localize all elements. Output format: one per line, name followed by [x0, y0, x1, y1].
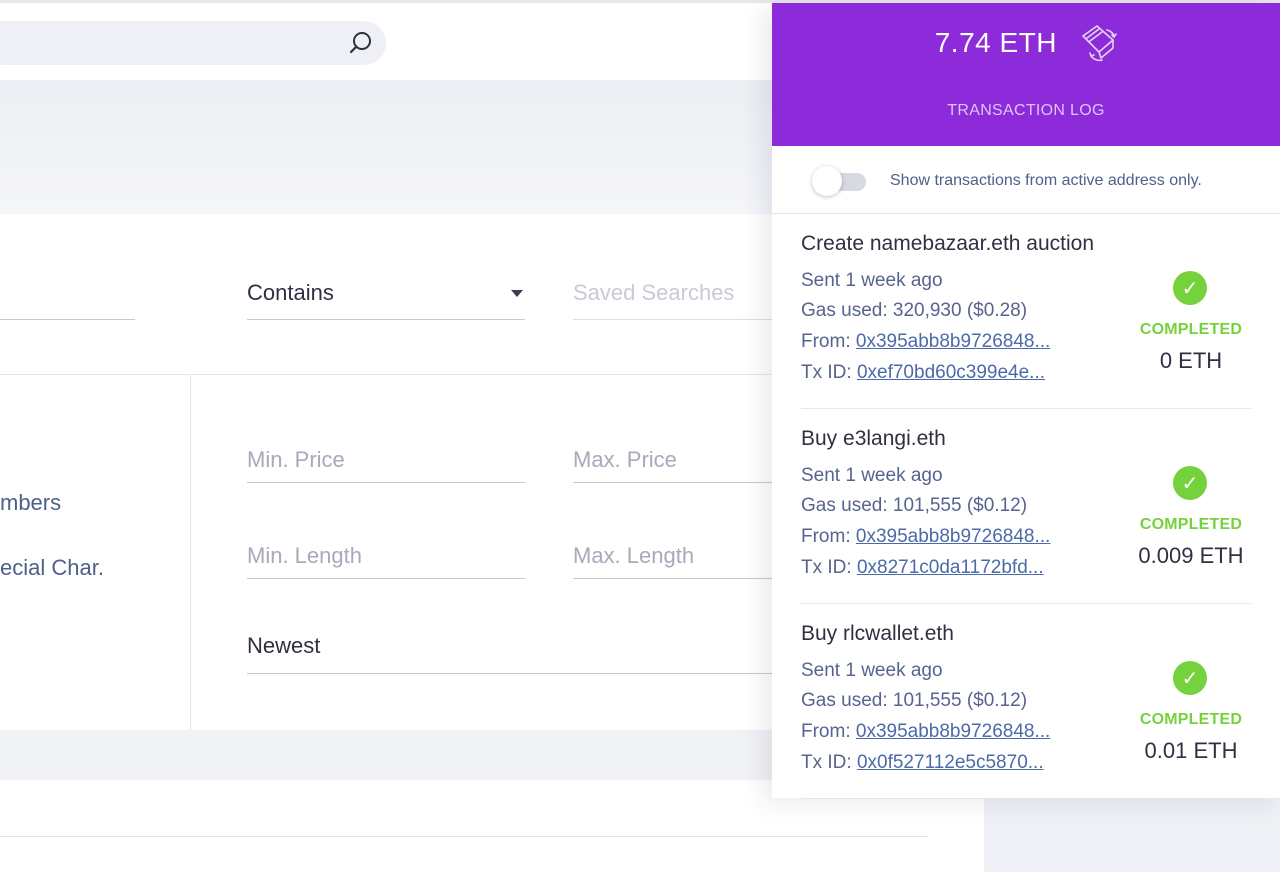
- check-icon: ✓: [1173, 466, 1207, 500]
- from-address-link[interactable]: 0x395abb8b9726848...: [856, 721, 1050, 742]
- transaction-from: From: 0x395abb8b9726848...: [801, 526, 1050, 548]
- tx-id-link[interactable]: 0x8271c0da1172bfd...: [857, 557, 1044, 578]
- saved-searches-label: Saved Searches: [573, 280, 735, 305]
- min-length-placeholder: Min. Length: [247, 543, 362, 568]
- max-price-placeholder: Max. Price: [573, 447, 677, 472]
- transaction-id: Tx ID: 0xef70bd60c399e4e...: [801, 362, 1045, 384]
- transaction-id: Tx ID: 0x8271c0da1172bfd...: [801, 557, 1044, 579]
- transaction-amount: 0.009 ETH: [1138, 543, 1244, 568]
- balance-value: 7.74 ETH: [934, 26, 1057, 58]
- results-sidebar: [984, 798, 1280, 872]
- min-price-input[interactable]: Min. Price: [247, 445, 525, 483]
- active-address-filter: Show transactions from active address on…: [772, 146, 1280, 214]
- transaction-item: Buy rlcwallet.eth Sent 1 week ago Gas us…: [801, 604, 1251, 799]
- tx-id-label: Tx ID:: [801, 557, 852, 578]
- transaction-status: ✓ COMPLETED 0 ETH: [1131, 214, 1251, 409]
- match-type-value: Contains: [247, 280, 334, 305]
- transaction-title: Buy e3langi.eth: [801, 427, 946, 450]
- saved-searches-select[interactable]: Saved Searches: [573, 278, 773, 320]
- check-icon: ✓: [1173, 271, 1207, 305]
- transaction-status: ✓ COMPLETED 0.009 ETH: [1131, 409, 1251, 604]
- check-icon: ✓: [1173, 661, 1207, 695]
- from-address-link[interactable]: 0x395abb8b9726848...: [856, 526, 1050, 547]
- transaction-gas: Gas used: 101,555 ($0.12): [801, 495, 1028, 516]
- transaction-amount: 0.01 ETH: [1144, 738, 1238, 763]
- active-address-toggle[interactable]: [812, 166, 866, 196]
- transaction-id: Tx ID: 0x0f527112e5c5870...: [801, 752, 1044, 774]
- min-price-placeholder: Min. Price: [247, 447, 345, 472]
- balance-display: 7.74 ETH: [772, 21, 1280, 64]
- divider: [190, 375, 191, 730]
- transaction-sent-time: Sent 1 week ago: [801, 660, 943, 681]
- transaction-log-panel: 7.74 ETH TRANSACTION LOG Show transactio…: [772, 3, 1280, 799]
- panel-title: TRANSACTION LOG: [947, 102, 1105, 119]
- min-length-input[interactable]: Min. Length: [247, 541, 525, 579]
- transaction-sent-time: Sent 1 week ago: [801, 270, 943, 291]
- keyword-field[interactable]: [0, 296, 135, 320]
- tx-id-link[interactable]: 0xef70bd60c399e4e...: [857, 362, 1045, 383]
- tx-id-label: Tx ID:: [801, 752, 852, 773]
- transaction-from: From: 0x395abb8b9726848...: [801, 331, 1050, 353]
- status-badge: COMPLETED: [1139, 711, 1243, 728]
- transaction-title: Buy rlcwallet.eth: [801, 622, 954, 645]
- transaction-gas: Gas used: 320,930 ($0.28): [801, 300, 1028, 321]
- max-length-placeholder: Max. Length: [573, 543, 695, 568]
- from-label: From:: [801, 721, 851, 742]
- tx-id-link[interactable]: 0x0f527112e5c5870...: [857, 752, 1044, 773]
- option-special-char[interactable]: ecial Char.: [0, 555, 104, 581]
- match-type-select[interactable]: Contains: [247, 278, 525, 320]
- from-address-link[interactable]: 0x395abb8b9726848...: [856, 331, 1050, 352]
- search-input[interactable]: [0, 21, 386, 65]
- transaction-title: Create namebazaar.eth auction: [801, 232, 1095, 255]
- transaction-amount: 0 ETH: [1159, 348, 1223, 373]
- wallet-icon[interactable]: [1077, 22, 1119, 64]
- max-price-input[interactable]: Max. Price: [573, 445, 773, 483]
- transaction-sent-time: Sent 1 week ago: [801, 465, 943, 486]
- transaction-status: ✓ COMPLETED 0.01 ETH: [1131, 604, 1251, 799]
- toggle-knob: [812, 166, 842, 196]
- status-badge: COMPLETED: [1139, 321, 1243, 338]
- search-icon[interactable]: [348, 30, 374, 56]
- transaction-gas: Gas used: 101,555 ($0.12): [801, 690, 1028, 711]
- chevron-down-icon: [511, 290, 523, 297]
- transaction-item: Buy e3langi.eth Sent 1 week ago Gas used…: [801, 409, 1251, 604]
- option-numbers[interactable]: mbers: [0, 490, 61, 516]
- transaction-from: From: 0x395abb8b9726848...: [801, 721, 1050, 743]
- max-length-input[interactable]: Max. Length: [573, 541, 773, 579]
- transaction-item: Create namebazaar.eth auction Sent 1 wee…: [801, 214, 1251, 409]
- from-label: From:: [801, 526, 851, 547]
- status-badge: COMPLETED: [1139, 516, 1243, 533]
- toggle-label: Show transactions from active address on…: [890, 172, 1202, 189]
- tx-id-label: Tx ID:: [801, 362, 852, 383]
- from-label: From:: [801, 331, 851, 352]
- sort-select[interactable]: Newest: [247, 631, 773, 674]
- panel-header: 7.74 ETH TRANSACTION LOG: [772, 3, 1280, 146]
- sort-value: Newest: [247, 633, 321, 658]
- divider: [0, 836, 928, 837]
